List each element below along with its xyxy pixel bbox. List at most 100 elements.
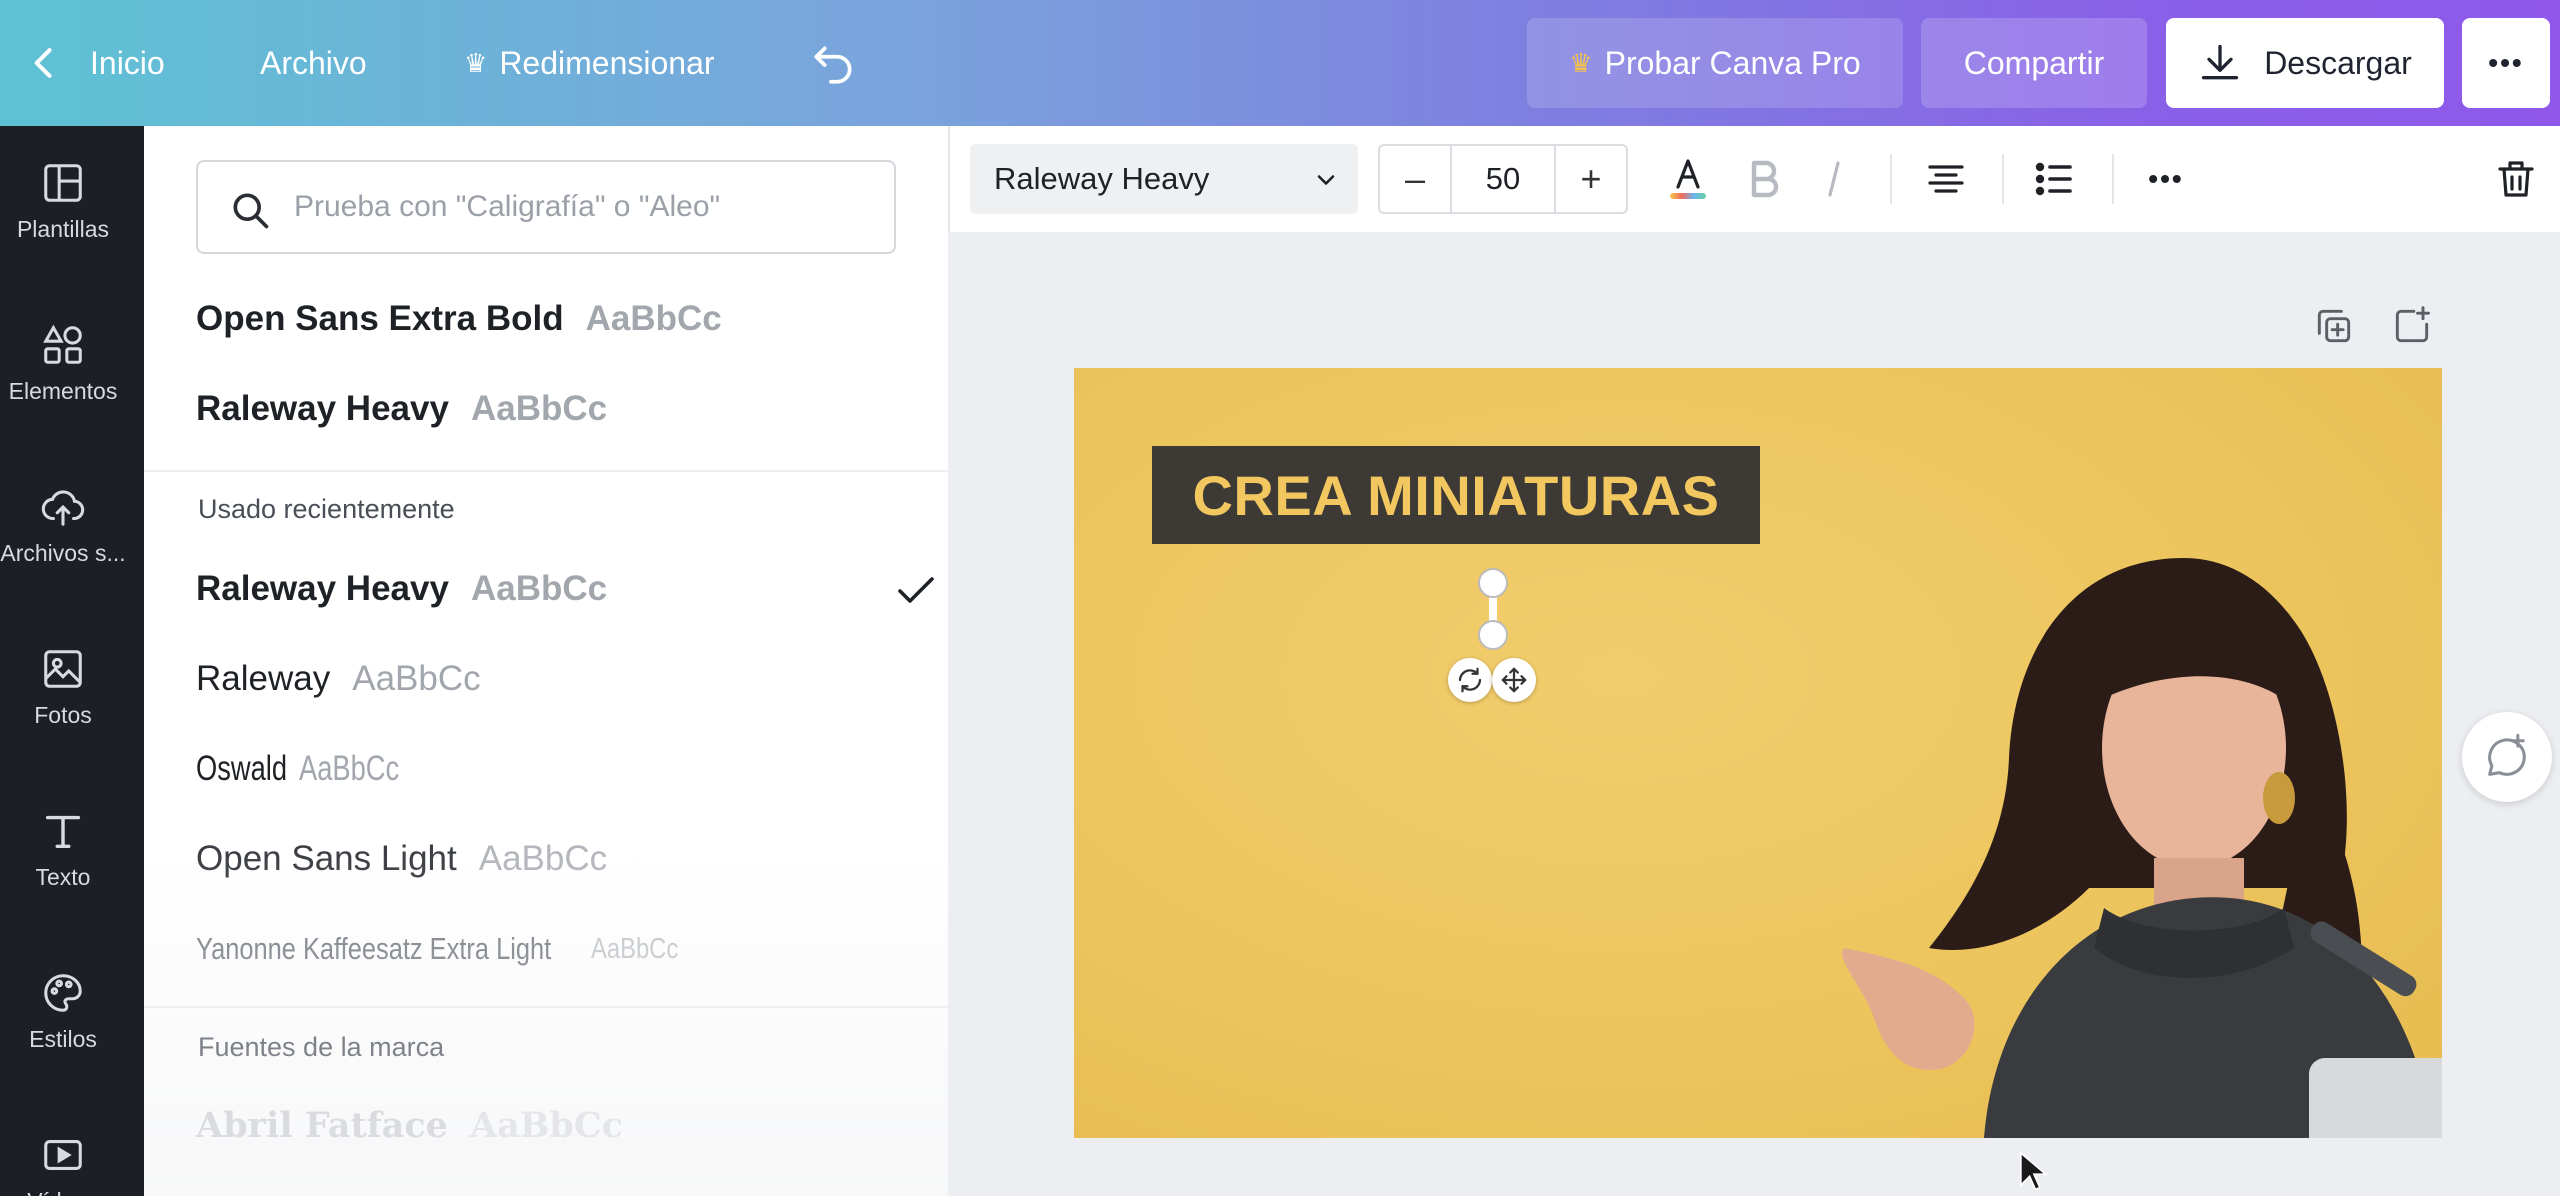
bullet-list-icon [2035, 162, 2072, 196]
font-sample: AaBbCc [469, 1104, 624, 1146]
text-color-button[interactable] [1658, 144, 1718, 214]
more-options-button[interactable]: ••• [2462, 18, 2550, 108]
font-search-input[interactable] [294, 162, 874, 252]
add-comment-button[interactable] [2462, 712, 2552, 802]
top-bar: Inicio Archivo ♛ Redimensionar ♛ Probar … [0, 0, 2560, 126]
font-name: Raleway Heavy [196, 569, 449, 608]
font-size-input[interactable]: 50 [1450, 146, 1556, 212]
bold-button[interactable] [1734, 144, 1794, 214]
toolbar-separator [1890, 154, 1892, 204]
rail-item-elements[interactable]: Elementos [0, 322, 126, 405]
font-option[interactable]: Abril Fatface AaBbCc [196, 1090, 896, 1160]
text-icon [45, 815, 81, 849]
font-family-value: Raleway Heavy [994, 161, 1210, 196]
add-page-icon[interactable] [2390, 304, 2434, 348]
font-family-dropdown[interactable]: Raleway Heavy [970, 144, 1358, 214]
upload-cloud-icon [41, 490, 85, 526]
rail-label: Texto [35, 864, 91, 890]
download-label: Descargar [2264, 44, 2412, 81]
checkmark-icon [898, 577, 934, 603]
home-link[interactable]: Inicio [90, 0, 165, 126]
font-sample: AaBbCc [470, 389, 608, 428]
rail-label: Estilos [29, 1026, 97, 1052]
font-name: Open Sans Light [196, 839, 457, 878]
text-toolbar: Raleway Heavy – 50 + ••• [948, 126, 2560, 232]
font-sample: AaBbCc [298, 749, 399, 788]
font-option[interactable]: Oswald AaBbCc [196, 734, 896, 804]
shapes-icon [43, 324, 82, 364]
title-text: CREA MINIATURAS [1192, 463, 1720, 527]
font-option[interactable]: Raleway AaBbCc [196, 644, 896, 714]
image-icon [44, 650, 82, 688]
side-rail: Plantillas Elementos Archivos s... Fotos… [0, 126, 144, 1196]
rail-item-text[interactable]: Texto [0, 808, 126, 891]
comment-add-icon [2488, 733, 2526, 776]
try-pro-button[interactable]: ♛ Probar Canva Pro [1527, 18, 1903, 108]
align-button[interactable] [1916, 144, 1976, 214]
trash-icon [2498, 161, 2534, 197]
brand-section-title: Fuentes de la marca [198, 1032, 445, 1062]
rail-item-uploads[interactable]: Archivos s... [0, 484, 126, 567]
share-button[interactable]: Compartir [1921, 18, 2147, 108]
font-option[interactable]: Raleway Heavy AaBbCc [196, 374, 896, 444]
font-option[interactable]: Yanonne Kaffeesatz Extra Light AaBbCc [196, 914, 896, 984]
delete-button[interactable] [2486, 144, 2546, 214]
duplicate-page-icon[interactable] [2312, 304, 2356, 348]
mouse-cursor-icon [2019, 1151, 2049, 1191]
video-icon [44, 1140, 82, 1170]
title-text-box[interactable]: CREA MINIATURAS [1152, 446, 1760, 544]
rail-item-videos[interactable]: Vídeos [0, 1132, 126, 1196]
canvas-area: CREA MINIATURAS [948, 232, 2560, 1196]
divider [144, 470, 948, 472]
increase-size-button[interactable]: + [1556, 146, 1626, 212]
try-pro-label: Probar Canva Pro [1604, 44, 1861, 81]
resize-handle-top[interactable] [1478, 568, 1508, 598]
download-icon [2202, 44, 2239, 80]
crown-icon: ♛ [1569, 47, 1593, 78]
rail-label: Archivos s... [0, 540, 126, 566]
move-handle[interactable] [1492, 658, 1536, 702]
italic-button[interactable] [1804, 144, 1864, 214]
font-sample: AaBbCc [470, 569, 608, 608]
italic-icon [1828, 161, 1840, 197]
decrease-size-button[interactable]: – [1380, 146, 1450, 212]
font-name: Open Sans Extra Bold [196, 299, 564, 338]
presenter-photo[interactable] [1714, 528, 2442, 1138]
font-option[interactable]: Open Sans Extra Bold AaBbCc [196, 284, 896, 354]
rail-label: Elementos [8, 378, 118, 404]
divider [144, 1006, 948, 1008]
align-center-icon [1928, 165, 1964, 193]
resize-button[interactable]: ♛ Redimensionar [464, 0, 715, 126]
more-text-options-button[interactable]: ••• [2136, 144, 2196, 214]
search-icon [233, 193, 269, 229]
font-search[interactable] [196, 160, 896, 254]
toolbar-separator [2002, 154, 2004, 204]
crown-icon: ♛ [464, 47, 488, 78]
font-option-selected[interactable]: Raleway Heavy AaBbCc [196, 554, 934, 624]
rail-label: Plantillas [16, 216, 110, 242]
rail-item-templates[interactable]: Plantillas [0, 160, 126, 243]
rotate-handle[interactable] [1448, 658, 1492, 702]
font-sample: AaBbCc [352, 659, 481, 698]
recent-section-title: Usado recientemente [198, 494, 455, 524]
palette-icon [44, 974, 82, 1012]
resize-handle-bottom[interactable] [1478, 620, 1508, 650]
download-button[interactable]: Descargar [2166, 18, 2444, 108]
text-color-icon [1670, 159, 1706, 199]
rail-item-photos[interactable]: Fotos [0, 646, 126, 729]
font-name: Oswald [196, 749, 288, 788]
list-button[interactable] [2024, 144, 2084, 214]
layout-icon [44, 164, 82, 202]
back-chevron-icon[interactable] [22, 0, 66, 126]
font-option[interactable]: Open Sans Light AaBbCc [196, 824, 896, 894]
resize-label: Redimensionar [499, 44, 715, 81]
font-name: Abril Fatface [196, 1104, 448, 1146]
rotate-icon [1458, 667, 1482, 693]
rail-item-styles[interactable]: Estilos [0, 970, 126, 1053]
font-panel: Open Sans Extra Bold AaBbCc Raleway Heav… [144, 126, 948, 1196]
design-page[interactable]: CREA MINIATURAS [1074, 368, 2442, 1138]
file-menu[interactable]: Archivo [260, 0, 367, 126]
undo-icon[interactable] [808, 0, 858, 126]
toolbar-separator [2112, 154, 2114, 204]
chevron-down-icon [1317, 175, 1335, 185]
